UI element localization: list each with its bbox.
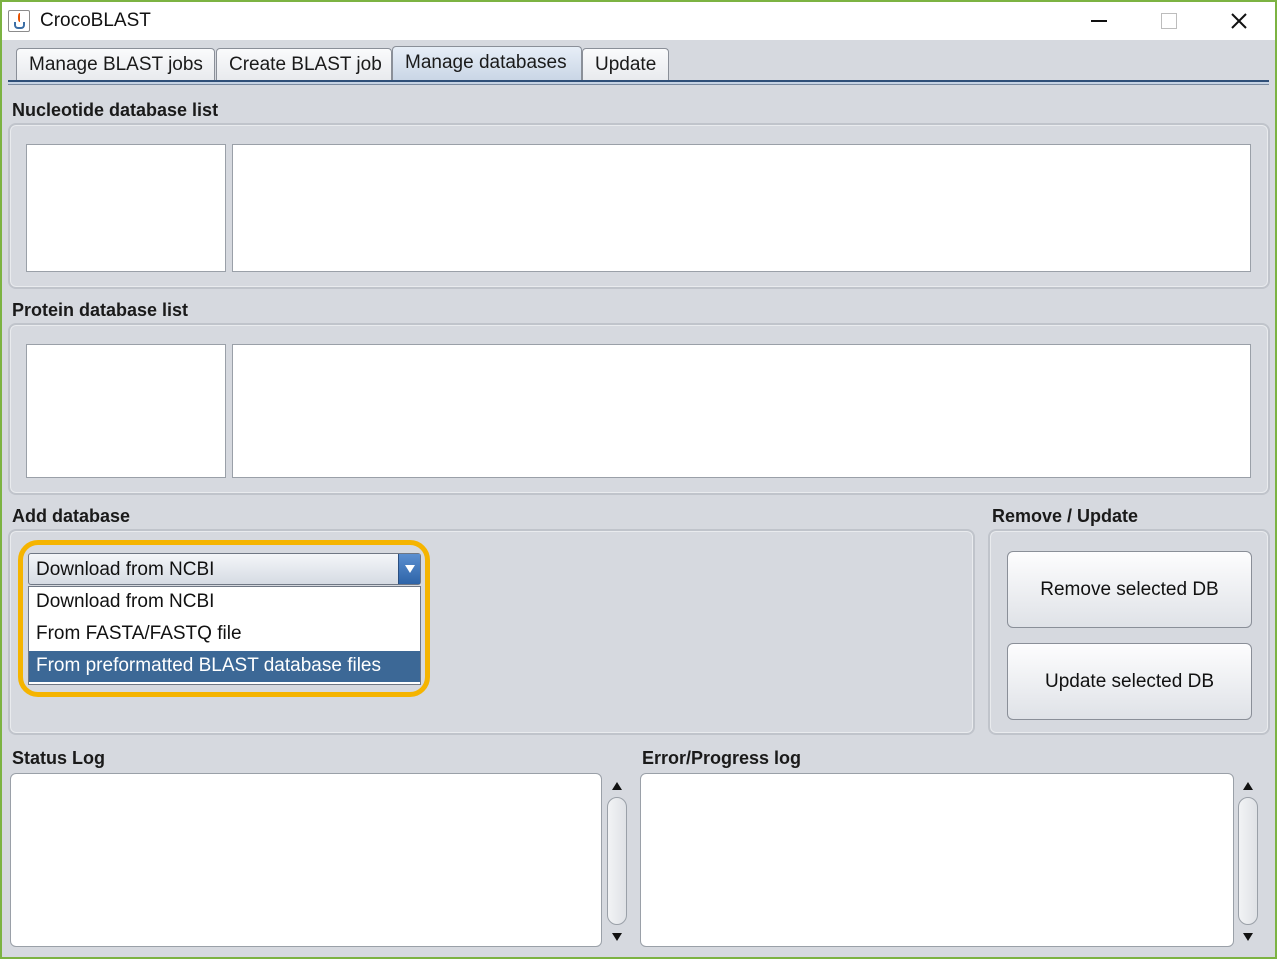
minimize-icon xyxy=(1091,20,1107,22)
tab-manage-databases[interactable]: Manage databases xyxy=(392,46,582,84)
error-log-scrollbar[interactable] xyxy=(1237,775,1259,947)
nucleotide-db-name-list[interactable] xyxy=(26,144,226,272)
scroll-down-icon[interactable] xyxy=(1240,928,1256,946)
protein-db-details-list[interactable] xyxy=(232,344,1251,478)
protein-section-title: Protein database list xyxy=(12,300,189,320)
title-bar: CrocoBLAST xyxy=(2,2,1275,40)
add-database-title: Add database xyxy=(12,506,131,526)
close-icon xyxy=(1231,13,1247,29)
scroll-up-icon[interactable] xyxy=(609,777,625,795)
protein-db-name-list[interactable] xyxy=(26,344,226,478)
nucleotide-db-details-list[interactable] xyxy=(232,144,1251,272)
status-log-scrollbar[interactable] xyxy=(606,775,628,947)
error-progress-log-area[interactable] xyxy=(640,773,1234,947)
scroll-thumb[interactable] xyxy=(607,797,627,925)
close-button[interactable] xyxy=(1205,2,1273,40)
app-window: CrocoBLAST Manage BLAST jobs Create BLAS… xyxy=(0,0,1277,959)
highlight-annotation xyxy=(18,540,430,697)
remove-selected-db-button[interactable]: Remove selected DB xyxy=(1007,551,1252,628)
update-selected-db-button[interactable]: Update selected DB xyxy=(1007,643,1252,720)
tab-update[interactable]: Update xyxy=(582,48,669,84)
scroll-thumb[interactable] xyxy=(1238,797,1258,925)
remove-update-title: Remove / Update xyxy=(992,506,1139,526)
maximize-icon xyxy=(1161,13,1177,29)
error-progress-log-title: Error/Progress log xyxy=(642,748,802,768)
maximize-button[interactable] xyxy=(1135,2,1203,40)
tab-create-blast-job[interactable]: Create BLAST job xyxy=(216,48,392,84)
status-log-area[interactable] xyxy=(10,773,602,947)
java-app-icon xyxy=(8,10,30,32)
scroll-down-icon[interactable] xyxy=(609,928,625,946)
tab-manage-blast-jobs[interactable]: Manage BLAST jobs xyxy=(16,48,215,84)
status-log-title: Status Log xyxy=(12,748,105,768)
tab-divider xyxy=(8,80,1269,85)
scroll-up-icon[interactable] xyxy=(1240,777,1256,795)
nucleotide-section-title: Nucleotide database list xyxy=(12,100,219,120)
window-title: CrocoBLAST xyxy=(40,10,151,31)
minimize-button[interactable] xyxy=(1065,2,1133,40)
